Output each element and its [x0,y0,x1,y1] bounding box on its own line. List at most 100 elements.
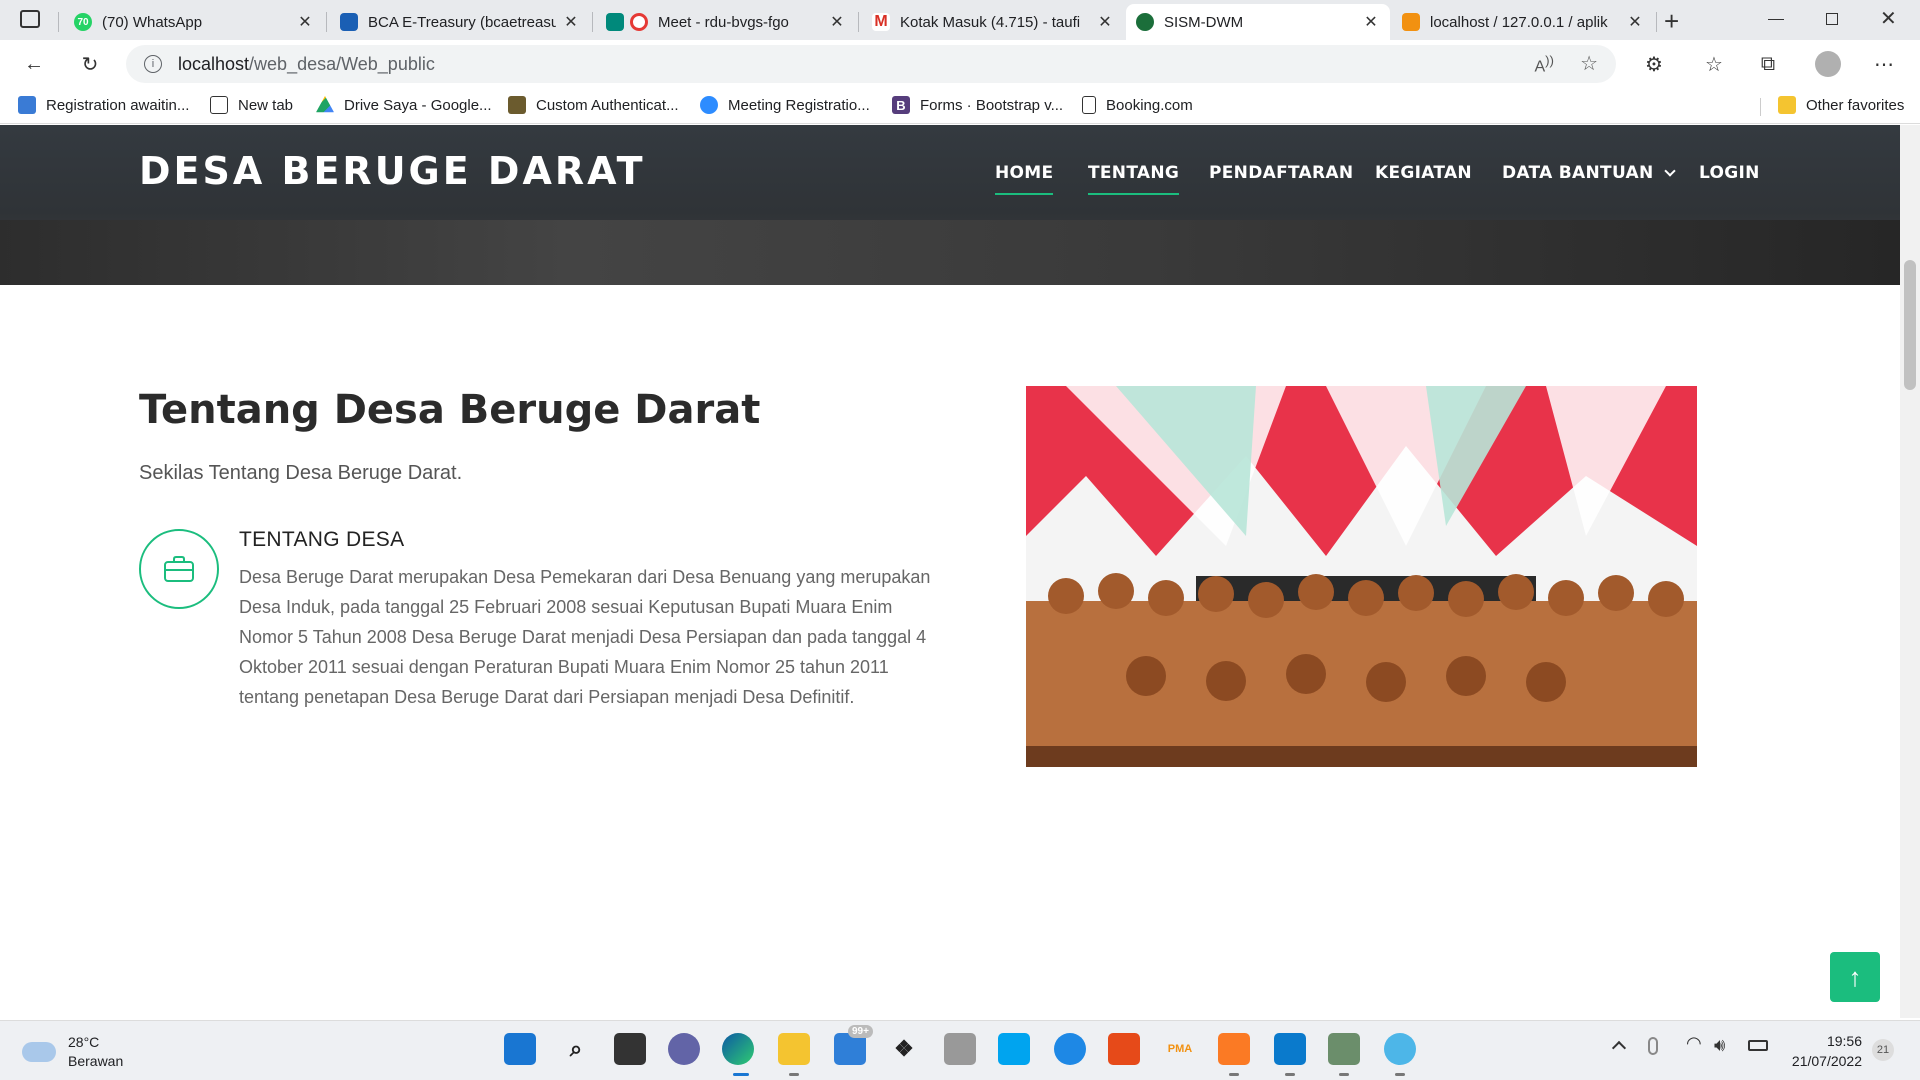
tab-meet[interactable]: Meet - rdu-bvgs-fgo ✕ [596,4,856,40]
reload-icon[interactable]: ↻ [74,48,106,80]
tab-separator [326,12,327,32]
weather-widget[interactable]: 28°C Berawan [22,1033,123,1071]
favorites-icon[interactable]: ☆ [1698,48,1730,80]
bookmark-label: Other favorites [1806,96,1905,114]
close-icon[interactable]: ✕ [828,12,846,32]
nav-data-bantuan[interactable]: DATA BANTUAN [1502,163,1676,183]
other-favorites[interactable]: Other favorites [1778,96,1904,114]
running-indicator [1339,1073,1349,1076]
bookmark-custom-auth[interactable]: Custom Authenticat... [508,96,679,114]
close-icon[interactable]: ✕ [1362,12,1380,32]
phpmyadmin-taskbar-icon[interactable]: PMA [1164,1033,1196,1065]
bookmark-label: Booking.com [1106,96,1193,114]
feature-title: TENTANG DESA [239,528,405,551]
google-meet-icon [606,13,624,31]
extensions-icon[interactable]: ⚙ [1638,48,1670,80]
browser-tab-strip: 70 (70) WhatsApp ✕ BCA E-Treasury (bcaet… [0,0,1920,40]
microsoft-store-icon[interactable] [998,1033,1030,1065]
close-icon[interactable]: ✕ [562,12,580,32]
more-options-icon[interactable]: ⋯ [1868,48,1900,80]
running-indicator [789,1073,799,1076]
nav-login[interactable]: LOGIN [1699,163,1760,183]
bookmark-meeting[interactable]: Meeting Registratio... [700,96,870,114]
custom-site-icon [508,96,526,114]
bookmark-drive[interactable]: Drive Saya - Google... [316,96,492,114]
tab-whatsapp[interactable]: 70 (70) WhatsApp ✕ [64,4,324,40]
address-bar[interactable]: i localhost/web_desa/Web_public A)) ☆ [126,45,1616,83]
add-favorite-icon[interactable]: ☆ [1580,51,1598,76]
chevron-down-icon [1664,165,1676,177]
back-to-top-button[interactable]: ↑ [1830,952,1880,1002]
running-indicator [733,1073,749,1076]
url-path: /web_desa/Web_public [249,53,435,74]
page-scrollbar[interactable] [1900,125,1920,1018]
restore-icon[interactable] [1826,13,1838,25]
nav-home[interactable]: HOME [995,163,1054,195]
site-info-icon[interactable]: i [144,55,162,73]
minimize-icon[interactable] [1768,19,1784,20]
close-icon[interactable]: ✕ [296,12,314,32]
briefcase-icon [139,529,219,609]
clock-time: 19:56 [1826,1033,1862,1049]
bookmark-bootstrap[interactable]: B Forms · Bootstrap v... [892,96,1063,114]
cloud-icon [22,1042,56,1062]
edge-browser-icon[interactable] [722,1033,754,1065]
app-icon[interactable] [1054,1033,1086,1065]
bookmark-booking[interactable]: Booking.com [1082,96,1193,114]
read-aloud-icon[interactable]: A)) [1534,53,1554,76]
running-indicator [1229,1073,1239,1076]
tab-phpmyadmin[interactable]: localhost / 127.0.0.1 / aplik ✕ [1392,4,1654,40]
close-icon[interactable]: ✕ [1626,12,1644,32]
wifi-icon[interactable]: ◠ [1686,1033,1702,1054]
search-icon[interactable]: ⌕ [560,1033,592,1065]
back-arrow-icon[interactable]: ← [18,48,50,80]
tab-bca[interactable]: BCA E-Treasury (bcaetreasur ✕ [330,4,590,40]
url-host: localhost [178,53,250,74]
xampp-icon[interactable] [1218,1033,1250,1065]
bootstrap-icon: B [892,96,910,114]
site-brand[interactable]: DESA BERUGE DARAT [139,149,646,193]
tab-title: localhost / 127.0.0.1 / aplik [1430,13,1608,31]
running-indicator [1395,1073,1405,1076]
scrollbar-thumb[interactable] [1904,260,1916,390]
browser-toolbar: ← ↻ i localhost/web_desa/Web_public A)) … [0,40,1920,88]
tab-gmail[interactable]: M Kotak Masuk (4.715) - taufi ✕ [862,4,1124,40]
notification-badge[interactable]: 21 [1872,1039,1894,1061]
app-window-icon[interactable] [1328,1033,1360,1065]
collections-icon[interactable]: ⧉ [1752,48,1784,80]
task-view-icon[interactable] [614,1033,646,1065]
page-icon [1082,96,1096,114]
weather-temperature: 28°C [68,1034,100,1050]
bookmarks-separator [1760,98,1761,116]
weather-description: Berawan [68,1053,124,1069]
volume-icon[interactable]: 🔊︎ [1714,1035,1725,1056]
bookmark-new-tab[interactable]: New tab [210,96,293,114]
bookmark-registration[interactable]: Registration awaitin... [18,96,189,114]
new-tab-plus-icon[interactable]: + [1664,6,1679,37]
nav-tentang[interactable]: TENTANG [1088,163,1180,195]
bookmark-label: Forms · Bootstrap v... [920,96,1064,114]
file-explorer-icon[interactable] [778,1033,810,1065]
chat-icon[interactable] [668,1033,700,1065]
power-automate-icon[interactable] [944,1033,976,1065]
windows-start-icon[interactable] [504,1033,536,1065]
dropbox-icon[interactable]: ❖ [888,1033,920,1065]
nav-kegiatan[interactable]: KEGIATAN [1375,163,1472,183]
nav-pendaftaran[interactable]: PENDAFTARAN [1209,163,1353,183]
close-icon[interactable]: ✕ [1096,12,1114,32]
mail-icon[interactable]: 99+ [834,1025,873,1065]
show-hidden-icons-chevron-icon[interactable] [1611,1040,1627,1056]
bookmark-label: Meeting Registratio... [728,96,870,114]
tab-actions-icon[interactable] [20,10,40,28]
clock[interactable]: 19:56 21/07/2022 [1782,1031,1862,1071]
battery-icon[interactable] [1748,1040,1768,1051]
office-icon[interactable] [1108,1033,1140,1065]
vscode-icon[interactable] [1274,1033,1306,1065]
window-close-icon[interactable]: ✕ [1880,6,1897,31]
profile-avatar-icon[interactable] [1812,48,1844,80]
paint-icon[interactable] [1384,1033,1416,1065]
tab-sism-dwm[interactable]: SISM-DWM ✕ [1126,4,1390,40]
microphone-icon[interactable] [1648,1037,1658,1055]
mail-badge: 99+ [848,1025,873,1038]
tab-title: SISM-DWM [1164,13,1244,31]
